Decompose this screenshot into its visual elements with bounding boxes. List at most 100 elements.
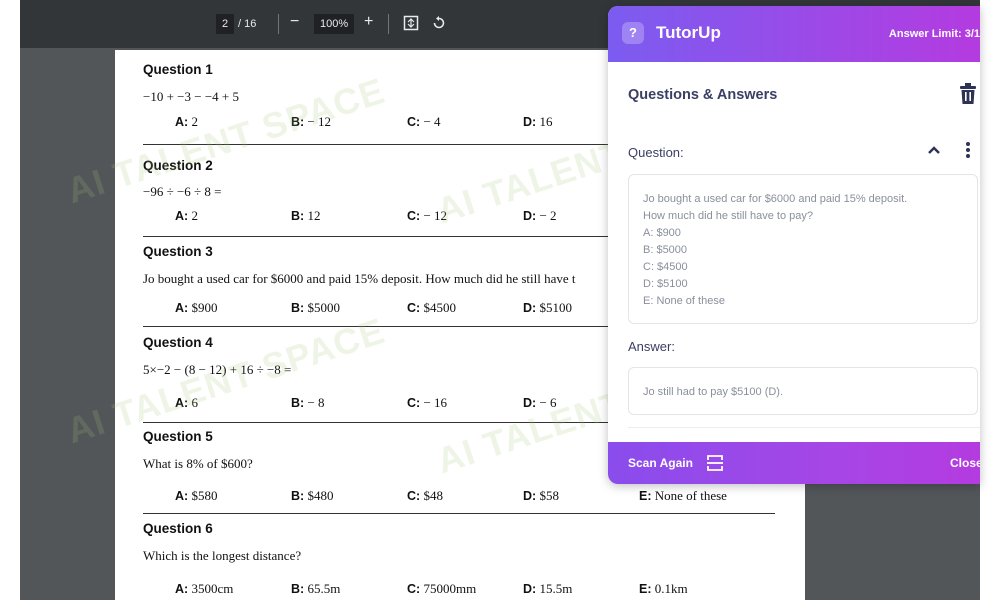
- option: B: 12: [291, 208, 320, 224]
- option-value: None of these: [654, 488, 727, 503]
- option-label: C:: [407, 209, 421, 223]
- scan-icon: [707, 455, 723, 471]
- question-line: B: $5000: [643, 244, 688, 256]
- option-label: B:: [291, 115, 305, 129]
- option-label: B:: [291, 301, 305, 315]
- option-label: A:: [175, 582, 189, 596]
- option-value: 6: [191, 395, 198, 410]
- option: C: 75000mm: [407, 581, 476, 597]
- tutorup-logo-icon: ?: [622, 22, 644, 44]
- option-label: A:: [175, 396, 189, 410]
- option-label: D:: [523, 489, 537, 503]
- option-value: $58: [539, 488, 559, 503]
- option-label: C:: [407, 396, 421, 410]
- option: B: $5000: [291, 300, 340, 316]
- more-vertical-icon: [966, 142, 970, 158]
- option-value: 2: [191, 114, 198, 129]
- question-text: Which is the longest distance?: [143, 548, 302, 563]
- option: D: $5100: [523, 300, 572, 316]
- option-value: − 12: [423, 208, 448, 223]
- option-value: $4500: [423, 300, 456, 315]
- option-value: $480: [307, 488, 334, 503]
- answer-limit: Answer Limit: 3/1: [888, 28, 980, 40]
- fit-page-icon: [403, 15, 419, 31]
- question-line: Jo bought a used car for $6000 and paid …: [643, 193, 908, 205]
- answer-label: Answer:: [628, 339, 675, 354]
- close-button[interactable]: Close: [950, 456, 980, 470]
- option-label: B:: [291, 582, 305, 596]
- option-label: A:: [175, 301, 189, 315]
- toolbar-divider: [278, 14, 279, 34]
- option-label: A:: [175, 209, 189, 223]
- delete-button[interactable]: [958, 82, 980, 108]
- brand-name: TutorUp: [656, 23, 721, 42]
- option-value: $900: [191, 300, 218, 315]
- question-line: How much did he still have to pay?: [643, 210, 813, 222]
- option-label: C:: [407, 115, 421, 129]
- option-label: E:: [639, 489, 652, 503]
- option-value: − 6: [539, 395, 557, 410]
- trash-icon: [960, 83, 976, 104]
- option: A: 2: [175, 114, 198, 130]
- option-label: C:: [407, 489, 421, 503]
- option-value: 0.1km: [654, 581, 688, 596]
- question-options: A: 3500cm B: 65.5m C: 75000mm D: 15.5m E…: [143, 581, 783, 600]
- option-value: − 2: [539, 208, 557, 223]
- fit-page-button[interactable]: [403, 15, 419, 35]
- option: D: 15.5m: [523, 581, 572, 597]
- option-label: D:: [523, 115, 537, 129]
- option-value: 12: [307, 208, 321, 223]
- option-label: B:: [291, 489, 305, 503]
- option: D: − 6: [523, 395, 557, 411]
- option-value: − 8: [307, 395, 325, 410]
- option-label: D:: [523, 301, 537, 315]
- option-value: 65.5m: [307, 581, 341, 596]
- option-value: 75000mm: [423, 581, 477, 596]
- option-value: $580: [191, 488, 218, 503]
- scan-button[interactable]: [706, 454, 724, 472]
- more-options-button[interactable]: [963, 141, 973, 159]
- option-label: A:: [175, 115, 189, 129]
- toolbar-divider: [388, 14, 389, 34]
- page-total: / 16: [238, 18, 257, 30]
- page-number-input[interactable]: 2: [216, 14, 235, 34]
- question-line: E: None of these: [643, 295, 725, 307]
- question-label: Question:: [628, 145, 684, 160]
- zoom-level-input[interactable]: 100%: [314, 14, 355, 34]
- option: D: 16: [523, 114, 552, 130]
- option: C: $48: [407, 488, 443, 504]
- option: B: − 12: [291, 114, 331, 130]
- question-options: A: $580 B: $480 C: $48 D: $58 E: None of…: [143, 488, 783, 508]
- question-textbox[interactable]: Jo bought a used car for $6000 and paid …: [628, 174, 978, 324]
- question-divider: [143, 513, 775, 514]
- rotate-button[interactable]: [431, 15, 447, 35]
- option-value: − 12: [307, 114, 332, 129]
- option: E: None of these: [639, 488, 727, 504]
- tutorup-panel: ? TutorUp Answer Limit: 3/1 Questions & …: [608, 6, 980, 484]
- option: E: 0.1km: [639, 581, 688, 597]
- option: B: $480: [291, 488, 333, 504]
- zoom-out-button[interactable]: −: [290, 12, 299, 32]
- collapse-button[interactable]: [926, 142, 942, 158]
- option: A: $900: [175, 300, 217, 316]
- zoom-in-button[interactable]: +: [364, 12, 373, 32]
- option-label: E:: [639, 582, 652, 596]
- question-line: C: $4500: [643, 261, 688, 273]
- option: B: 65.5m: [291, 581, 340, 597]
- question-line: A: $900: [643, 227, 681, 239]
- option: A: $580: [175, 488, 217, 504]
- question-line: D: $5100: [643, 278, 688, 290]
- answer-textbox[interactable]: Jo still had to pay $5100 (D).: [628, 367, 978, 415]
- option: D: − 2: [523, 208, 557, 224]
- scan-again-button[interactable]: Scan Again: [628, 456, 693, 470]
- option-value: $5100: [539, 300, 572, 315]
- option-label: C:: [407, 582, 421, 596]
- option-value: 2: [191, 208, 198, 223]
- option: D: $58: [523, 488, 559, 504]
- option-label: B:: [291, 396, 305, 410]
- option-label: D:: [523, 582, 537, 596]
- option-value: − 4: [423, 114, 441, 129]
- option-label: A:: [175, 489, 189, 503]
- panel-header: ? TutorUp Answer Limit: 3/1: [608, 6, 980, 62]
- rotate-icon: [433, 16, 445, 29]
